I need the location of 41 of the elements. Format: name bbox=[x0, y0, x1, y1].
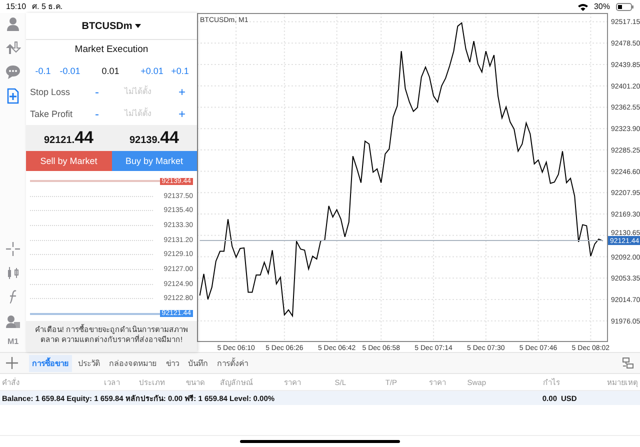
buy-button[interactable]: Buy by Market bbox=[112, 151, 197, 171]
terminal-tab[interactable]: ข่าว bbox=[163, 354, 182, 372]
ask-price: 92139.44 bbox=[128, 128, 180, 149]
minus-button[interactable]: - bbox=[87, 85, 107, 99]
candlestick-icon[interactable] bbox=[5, 265, 21, 281]
terminal-tab[interactable]: การตั้งค่า bbox=[214, 354, 251, 372]
caret-icon[interactable] bbox=[135, 24, 142, 28]
plus-icon[interactable] bbox=[6, 357, 18, 369]
bid-price: 92121.44 bbox=[42, 128, 94, 149]
level-label: Take Profit bbox=[30, 109, 74, 119]
minus-button[interactable]: - bbox=[87, 107, 107, 121]
battery-percent: 30% bbox=[594, 2, 610, 11]
status-time: 15:10 bbox=[6, 2, 26, 11]
terminal-tab[interactable]: บันทึก bbox=[185, 354, 211, 372]
status-date: ศ. 5 ธ.ค. bbox=[32, 1, 63, 13]
plus-button[interactable]: + bbox=[171, 107, 193, 121]
terminal-tab[interactable]: การซื้อขาย bbox=[29, 354, 72, 372]
battery-icon bbox=[616, 2, 634, 10]
crosshair-icon[interactable] bbox=[5, 241, 21, 257]
level-input[interactable]: ไม่ได้ตั้ง bbox=[107, 107, 169, 121]
layout-icon[interactable] bbox=[622, 357, 634, 369]
level-label: Stop Loss bbox=[30, 87, 72, 97]
terminal-tab[interactable]: กล่องจดหมาย bbox=[106, 354, 160, 372]
volume-decrease-button[interactable]: -0.1 bbox=[30, 66, 56, 76]
wifi-icon bbox=[578, 2, 588, 10]
volume-increase-button[interactable]: +0.01 bbox=[137, 66, 167, 76]
person-icon[interactable] bbox=[5, 16, 21, 32]
volume-value[interactable]: 0.01 bbox=[84, 66, 137, 76]
document-plus-icon[interactable] bbox=[5, 88, 21, 104]
level-input[interactable]: ไม่ได้ตั้ง bbox=[107, 85, 169, 99]
sell-button[interactable]: Sell by Market bbox=[26, 151, 112, 171]
volume-decrease-button[interactable]: -0.01 bbox=[56, 66, 84, 76]
shapes-person-icon[interactable] bbox=[5, 313, 21, 329]
up-down-arrows-icon[interactable] bbox=[5, 40, 21, 56]
execution-type: Market Execution bbox=[74, 43, 150, 57]
symbol-selector[interactable]: BTCUSDm bbox=[82, 20, 132, 32]
plus-button[interactable]: + bbox=[171, 85, 193, 99]
terminal-tab[interactable]: ประวัติ bbox=[75, 354, 103, 372]
chat-bubble-icon[interactable] bbox=[5, 64, 21, 80]
volume-increase-button[interactable]: +0.1 bbox=[167, 66, 193, 76]
timeframe-button[interactable]: M1 bbox=[7, 337, 19, 346]
